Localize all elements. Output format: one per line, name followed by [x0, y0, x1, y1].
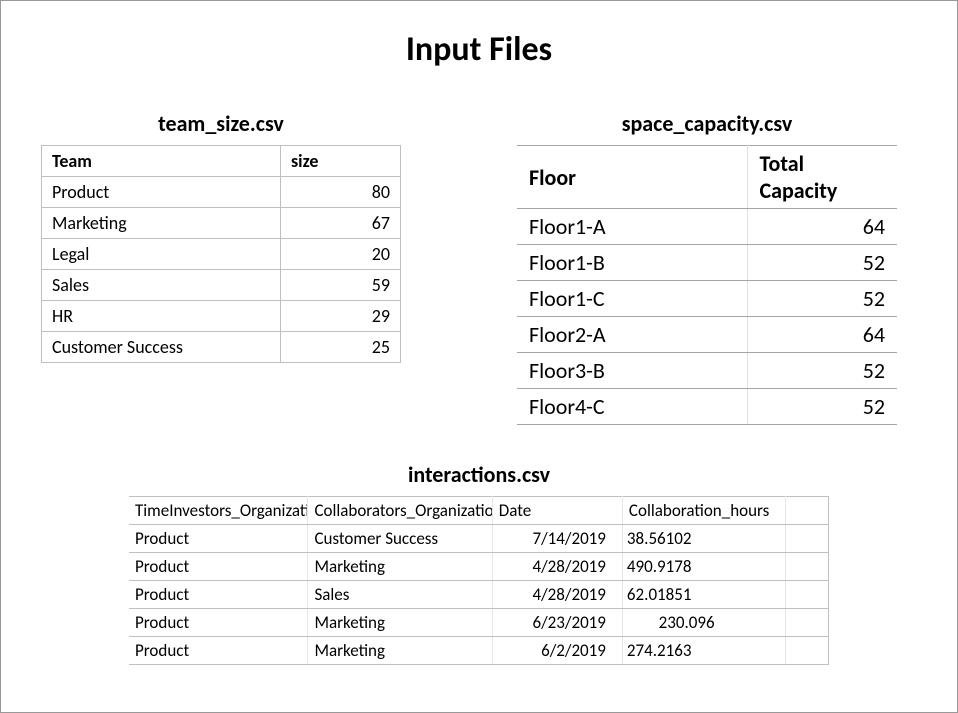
table-row: Product Marketing 6/23/2019 230.096	[129, 609, 829, 637]
header-collaborators: Collaborators_Organization	[308, 497, 492, 525]
space-capacity-filename: space_capacity.csv	[622, 110, 793, 137]
header-timeinvestors: TimeInvestors_Organization	[129, 497, 308, 525]
table-row: HR29	[42, 301, 401, 332]
header-empty	[785, 497, 828, 525]
header-floor: Floor	[517, 146, 747, 209]
team-size-table: Team size Product80 Marketing67 Legal20 …	[41, 145, 401, 363]
cell-capacity: 64	[747, 317, 897, 353]
cell-empty	[785, 609, 828, 637]
cell-ti: Product	[129, 553, 308, 581]
cell-size: 20	[281, 239, 401, 270]
interactions-filename: interactions.csv	[408, 461, 550, 488]
cell-ti: Product	[129, 637, 308, 665]
cell-co: Marketing	[308, 637, 492, 665]
header-team: Team	[42, 146, 281, 177]
cell-co: Marketing	[308, 553, 492, 581]
cell-capacity: 52	[747, 245, 897, 281]
cell-team: Legal	[42, 239, 281, 270]
cell-co: Sales	[308, 581, 492, 609]
cell-ti: Product	[129, 525, 308, 553]
table-header-row: TimeInvestors_Organization Collaborators…	[129, 497, 829, 525]
table-row: Floor1-C52	[517, 281, 897, 317]
cell-team: Product	[42, 177, 281, 208]
cell-empty	[785, 525, 828, 553]
cell-floor: Floor4-C	[517, 389, 747, 425]
table-header-row: Floor Total Capacity	[517, 146, 897, 209]
header-size: size	[281, 146, 401, 177]
table-row: Product80	[42, 177, 401, 208]
cell-date: 6/23/2019	[492, 609, 622, 637]
interactions-table: TimeInvestors_Organization Collaborators…	[129, 496, 829, 665]
cell-floor: Floor2-A	[517, 317, 747, 353]
table-row: Floor1-A64	[517, 209, 897, 245]
cell-date: 7/14/2019	[492, 525, 622, 553]
cell-capacity: 52	[747, 281, 897, 317]
interactions-block: interactions.csv TimeInvestors_Organizat…	[21, 461, 937, 665]
header-capacity: Total Capacity	[747, 146, 897, 209]
table-header-row: Team size	[42, 146, 401, 177]
table-row: Product Sales 4/28/2019 62.01851	[129, 581, 829, 609]
cell-ti: Product	[129, 609, 308, 637]
table-row: Product Customer Success 7/14/2019 38.56…	[129, 525, 829, 553]
cell-size: 80	[281, 177, 401, 208]
cell-hours: 230.096	[622, 609, 785, 637]
team-size-filename: team_size.csv	[158, 110, 284, 137]
cell-size: 29	[281, 301, 401, 332]
cell-size: 59	[281, 270, 401, 301]
cell-date: 6/2/2019	[492, 637, 622, 665]
cell-hours: 490.9178	[622, 553, 785, 581]
cell-ti: Product	[129, 581, 308, 609]
cell-empty	[785, 637, 828, 665]
cell-capacity: 52	[747, 389, 897, 425]
cell-floor: Floor3-B	[517, 353, 747, 389]
cell-floor: Floor1-B	[517, 245, 747, 281]
cell-size: 25	[281, 332, 401, 363]
space-capacity-table: Floor Total Capacity Floor1-A64 Floor1-B…	[517, 145, 897, 425]
cell-team: Marketing	[42, 208, 281, 239]
cell-hours: 38.56102	[622, 525, 785, 553]
page: Input Files team_size.csv Team size Prod…	[0, 0, 958, 713]
table-row: Product Marketing 4/28/2019 490.9178	[129, 553, 829, 581]
top-row: team_size.csv Team size Product80 Market…	[21, 110, 937, 425]
header-date: Date	[492, 497, 622, 525]
cell-floor: Floor1-A	[517, 209, 747, 245]
table-row: Sales59	[42, 270, 401, 301]
cell-team: HR	[42, 301, 281, 332]
table-row: Floor1-B52	[517, 245, 897, 281]
cell-size: 67	[281, 208, 401, 239]
cell-empty	[785, 581, 828, 609]
table-row: Product Marketing 6/2/2019 274.2163	[129, 637, 829, 665]
cell-empty	[785, 553, 828, 581]
cell-co: Marketing	[308, 609, 492, 637]
cell-date: 4/28/2019	[492, 581, 622, 609]
cell-hours: 274.2163	[622, 637, 785, 665]
table-row: Floor2-A64	[517, 317, 897, 353]
cell-team: Sales	[42, 270, 281, 301]
team-size-block: team_size.csv Team size Product80 Market…	[41, 110, 401, 363]
header-hours: Collaboration_hours	[622, 497, 785, 525]
table-row: Legal20	[42, 239, 401, 270]
table-row: Marketing67	[42, 208, 401, 239]
cell-co: Customer Success	[308, 525, 492, 553]
table-row: Floor4-C52	[517, 389, 897, 425]
space-capacity-block: space_capacity.csv Floor Total Capacity …	[517, 110, 897, 425]
cell-team: Customer Success	[42, 332, 281, 363]
table-row: Floor3-B52	[517, 353, 897, 389]
cell-capacity: 52	[747, 353, 897, 389]
page-title: Input Files	[21, 29, 937, 70]
cell-capacity: 64	[747, 209, 897, 245]
cell-floor: Floor1-C	[517, 281, 747, 317]
cell-hours: 62.01851	[622, 581, 785, 609]
cell-date: 4/28/2019	[492, 553, 622, 581]
table-row: Customer Success25	[42, 332, 401, 363]
